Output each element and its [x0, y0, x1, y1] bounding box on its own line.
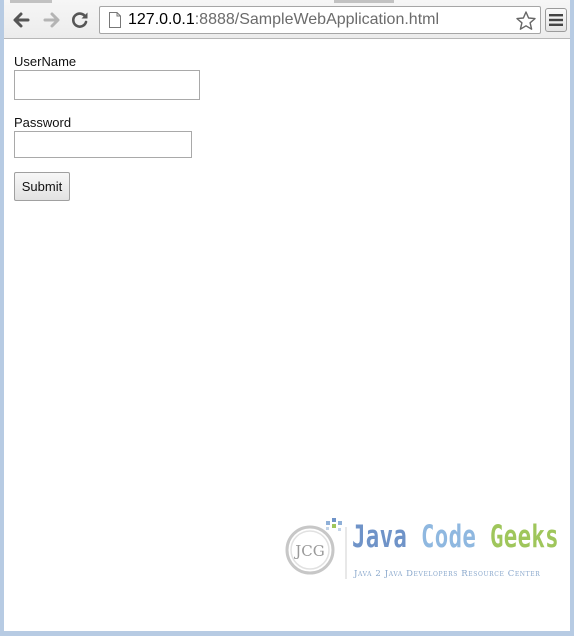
forward-button[interactable]	[41, 9, 63, 31]
browser-toolbar: 127.0.0.1:8888/SampleWebApplication.html	[4, 0, 570, 39]
address-bar[interactable]: 127.0.0.1:8888/SampleWebApplication.html	[99, 6, 541, 34]
tab-edge	[334, 0, 394, 3]
url-host: 127.0.0.1	[128, 11, 195, 28]
page-content: UserName Password Submit JCG Java Code G…	[4, 40, 570, 631]
jcg-word-code: Code	[420, 519, 477, 555]
forward-arrow-icon	[43, 12, 60, 28]
jcg-word-java: Java	[352, 519, 408, 555]
chrome-menu-button[interactable]	[545, 8, 567, 32]
jcg-monogram-text: JCG	[293, 542, 324, 560]
password-input[interactable]	[14, 131, 192, 158]
username-label: UserName	[14, 54, 77, 69]
back-arrow-icon	[13, 12, 30, 28]
tab-edge	[10, 0, 52, 3]
browser-window: 127.0.0.1:8888/SampleWebApplication.html…	[0, 0, 574, 636]
hamburger-menu-icon	[549, 14, 563, 26]
submit-button[interactable]: Submit	[14, 172, 70, 201]
page-icon	[109, 12, 121, 28]
jcg-monogram-icon: JCG	[285, 518, 347, 579]
jcg-wordmark: Java Code Geeks	[352, 519, 559, 555]
back-button[interactable]	[10, 9, 32, 31]
reload-button[interactable]	[69, 9, 91, 31]
password-label: Password	[14, 115, 72, 130]
url-path: :8888/SampleWebApplication.html	[194, 11, 440, 28]
url-text: 127.0.0.1:8888/SampleWebApplication.html	[128, 11, 439, 29]
jcg-tagline: Java 2 Java Developers Resource Center	[354, 569, 541, 579]
jcg-word-geeks: Geeks	[489, 519, 559, 555]
reload-icon	[72, 12, 88, 28]
username-input[interactable]	[14, 70, 200, 100]
star-icon[interactable]	[515, 10, 537, 32]
